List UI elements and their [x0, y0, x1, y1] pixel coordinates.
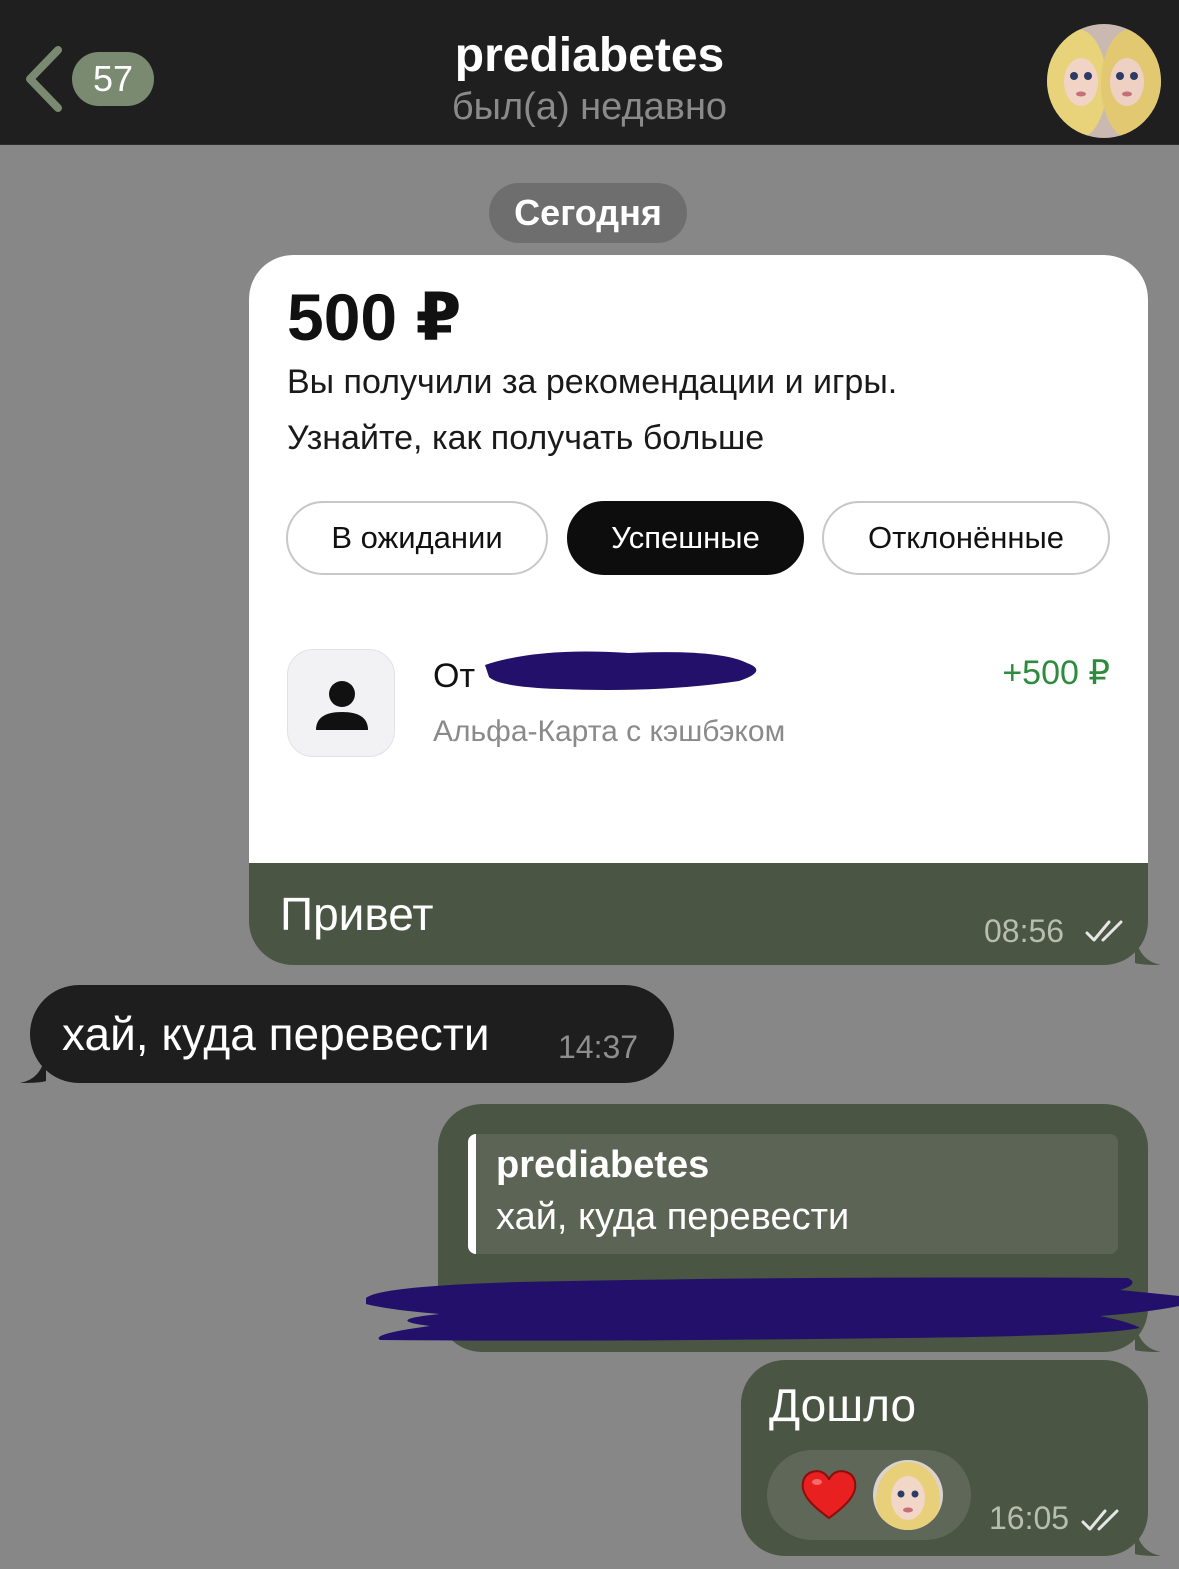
payment-amount: 500 ₽: [287, 280, 462, 354]
chat-status: был(а) недавно: [451, 86, 728, 128]
chat-title[interactable]: prediabetes: [0, 28, 1179, 83]
reaction-badge[interactable]: [767, 1450, 971, 1540]
transaction-card-name: Альфа-Карта с кэшбэком: [433, 715, 786, 748]
redaction-scribble: [485, 651, 757, 690]
user-icon: [287, 649, 395, 757]
outgoing-message[interactable]: 500 ₽ Вы получили за рекомендации и игры…: [249, 255, 1161, 965]
message-time: 16:05: [989, 1500, 1070, 1536]
date-separator: Сегодня: [489, 183, 687, 243]
bubble-tail: [20, 1053, 46, 1083]
message-time: 08:56: [984, 913, 1065, 949]
payment-card[interactable]: 500 ₽ Вы получили за рекомендации и игры…: [249, 255, 1148, 863]
chip-successful[interactable]: Успешные: [567, 501, 804, 575]
chat-header: 57 prediabetes был(а) недавно: [0, 0, 1179, 145]
chip-pending[interactable]: В ожидании: [286, 501, 548, 575]
double-check-icon: [1085, 920, 1123, 942]
outgoing-message[interactable]: Дошло 16:05: [741, 1360, 1161, 1556]
transaction-from: От: [433, 657, 476, 695]
message-text: Дошло: [769, 1379, 917, 1431]
message-text: Привет: [280, 888, 434, 940]
reply-sender: prediabetes: [496, 1144, 710, 1186]
reply-text: хай, куда перевести: [496, 1196, 850, 1238]
transaction-amount: +500 ₽: [1002, 654, 1110, 692]
reply-quote[interactable]: prediabetes хай, куда перевести: [468, 1134, 1118, 1254]
reply-accent-bar: [468, 1134, 476, 1254]
double-check-icon: [1081, 1509, 1119, 1531]
outgoing-reply-message[interactable]: prediabetes хай, куда перевести: [438, 1104, 1161, 1352]
contact-avatar[interactable]: [1047, 24, 1161, 138]
message-text: хай, куда перевести: [62, 1008, 490, 1060]
bubble-tail: [1135, 935, 1161, 965]
incoming-message[interactable]: хай, куда перевести 14:37: [20, 985, 674, 1083]
heart-icon: [801, 1470, 857, 1520]
bubble-tail: [1135, 1322, 1161, 1352]
payment-description: Вы получили за рекомендации и игры.: [287, 363, 898, 401]
reaction-user-avatar: [873, 1460, 943, 1530]
payment-learn-more: Узнайте, как получать больше: [287, 419, 765, 457]
chip-declined[interactable]: Отклонённые: [822, 501, 1110, 575]
message-time: 14:37: [558, 1029, 639, 1065]
bubble-tail: [1135, 1526, 1161, 1556]
